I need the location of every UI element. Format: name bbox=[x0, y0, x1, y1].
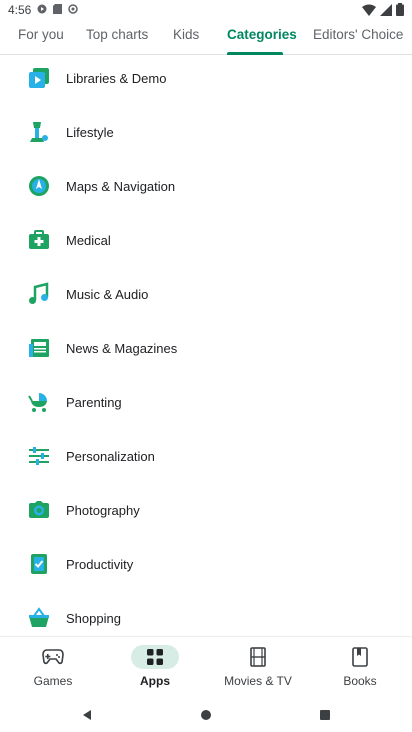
nav-movies-tv[interactable]: Movies & TV bbox=[208, 637, 308, 699]
medical-icon bbox=[27, 228, 51, 252]
category-label: News & Magazines bbox=[66, 340, 178, 356]
sliders-icon bbox=[27, 444, 51, 468]
recents-icon[interactable] bbox=[319, 708, 331, 726]
tab-categories[interactable]: Categories bbox=[227, 20, 297, 54]
category-label: Lifestyle bbox=[66, 124, 114, 140]
category-label: Productivity bbox=[66, 556, 134, 572]
category-label: Libraries & Demo bbox=[66, 70, 167, 86]
category-label: Parenting bbox=[66, 394, 122, 410]
category-item-photography[interactable]: Photography bbox=[0, 483, 412, 537]
play-protect-icon bbox=[37, 3, 47, 17]
music-icon bbox=[27, 282, 51, 306]
sd-card-icon bbox=[53, 3, 63, 17]
lifestyle-icon bbox=[27, 120, 51, 144]
nav-label: Apps bbox=[140, 674, 170, 688]
tab-kids[interactable]: Kids bbox=[173, 20, 199, 54]
home-icon[interactable] bbox=[200, 708, 212, 726]
system-navigation-bar bbox=[0, 698, 412, 732]
category-item-maps[interactable]: Maps & Navigation bbox=[0, 159, 412, 213]
nav-apps[interactable]: Apps bbox=[105, 637, 205, 699]
category-item-shopping[interactable]: Shopping bbox=[0, 591, 412, 636]
category-item-medical[interactable]: Medical bbox=[0, 213, 412, 267]
back-icon[interactable] bbox=[81, 708, 93, 726]
nav-books[interactable]: Books bbox=[310, 637, 410, 699]
libraries-icon bbox=[27, 66, 51, 90]
category-label: Photography bbox=[66, 502, 140, 518]
camera-icon bbox=[27, 498, 51, 522]
tab-editors-choice[interactable]: Editors' Choice bbox=[313, 20, 403, 54]
category-label: Music & Audio bbox=[66, 286, 149, 302]
wifi-icon bbox=[362, 4, 376, 19]
stroller-icon bbox=[27, 390, 51, 414]
category-label: Shopping bbox=[66, 610, 121, 626]
nav-label: Books bbox=[343, 674, 377, 688]
category-item-productivity[interactable]: Productivity bbox=[0, 537, 412, 591]
basket-icon bbox=[27, 606, 51, 630]
film-icon bbox=[234, 645, 282, 669]
nav-games[interactable]: Games bbox=[3, 637, 103, 699]
signal-icon bbox=[380, 3, 392, 19]
book-icon bbox=[336, 645, 384, 669]
category-list[interactable]: Libraries & Demo Lifestyle Maps & Naviga… bbox=[0, 54, 412, 636]
status-time: 4:56 bbox=[8, 3, 32, 17]
notification-icon bbox=[68, 3, 79, 17]
category-label: Medical bbox=[66, 232, 111, 248]
nav-label: Movies & TV bbox=[224, 674, 292, 688]
category-item-parenting[interactable]: Parenting bbox=[0, 375, 412, 429]
category-label: Personalization bbox=[66, 448, 155, 464]
category-item-music[interactable]: Music & Audio bbox=[0, 267, 412, 321]
tab-top-charts[interactable]: Top charts bbox=[86, 20, 148, 54]
battery-icon bbox=[396, 3, 404, 19]
status-right bbox=[362, 3, 404, 19]
tab-for-you[interactable]: For you bbox=[18, 20, 64, 54]
checklist-icon bbox=[27, 552, 51, 576]
category-label: Maps & Navigation bbox=[66, 178, 176, 194]
status-bar: 4:56 bbox=[0, 0, 412, 20]
maps-icon bbox=[27, 174, 51, 198]
category-item-personalization[interactable]: Personalization bbox=[0, 429, 412, 483]
category-tabs: For you Top charts Kids Categories Edito… bbox=[0, 20, 412, 55]
category-item-news[interactable]: News & Magazines bbox=[0, 321, 412, 375]
nav-label: Games bbox=[33, 674, 73, 688]
category-item-libraries[interactable]: Libraries & Demo bbox=[0, 54, 412, 105]
bottom-navigation: Games Apps Movies & TV Books bbox=[0, 636, 412, 699]
category-item-lifestyle[interactable]: Lifestyle bbox=[0, 105, 412, 159]
gamepad-icon bbox=[29, 645, 77, 669]
apps-grid-icon bbox=[131, 645, 179, 669]
news-icon bbox=[27, 336, 51, 360]
